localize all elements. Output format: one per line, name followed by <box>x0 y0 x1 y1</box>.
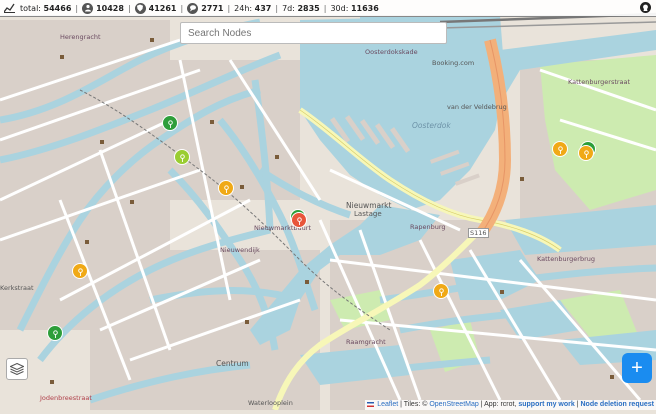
d7-label: 7d: <box>282 3 295 13</box>
stat2-value: 41261 <box>148 3 177 13</box>
d30-label: 30d: <box>330 3 349 13</box>
total-value: 54466 <box>43 3 72 13</box>
stats-bar: total: 54466 | 10428 | 41261 | 2771 | 24… <box>0 0 656 16</box>
search-input[interactable] <box>180 22 447 44</box>
attr-separator: | <box>576 401 579 408</box>
label-oosterdok: Oosterdok <box>412 121 451 130</box>
node-marker[interactable] <box>552 141 568 157</box>
deletion-request-link[interactable]: Node deletion request <box>580 401 654 408</box>
node-marker[interactable] <box>47 325 63 341</box>
label-lastage: Lastage <box>354 210 382 218</box>
node-marker[interactable] <box>218 180 234 196</box>
map-tiles <box>0 0 656 411</box>
node-marker[interactable] <box>72 263 88 279</box>
chat-icon <box>187 2 199 14</box>
app-credit: | App: rcrot, <box>480 401 517 408</box>
label-herengracht: Herengracht <box>60 33 101 41</box>
label-nieuwendijk: Nieuwendijk <box>220 246 260 254</box>
d24-label: 24h: <box>234 3 253 13</box>
label-centrum: Centrum <box>216 359 249 368</box>
stat1-value: 10428 <box>96 3 124 13</box>
label-oosterdokskade: Oosterdokskade <box>365 48 418 56</box>
label-nieuwmarkt: Nieuwmarkt <box>346 201 392 210</box>
user-icon <box>82 2 94 14</box>
d7-value: 2835 <box>297 3 320 13</box>
osm-link[interactable]: OpenStreetMap <box>429 401 478 408</box>
label-booking: Booking.com <box>432 59 475 67</box>
label-s116: S116 <box>468 228 489 238</box>
stat3-value: 2771 <box>201 3 224 13</box>
node-marker[interactable] <box>433 283 449 299</box>
d30-value: 11636 <box>350 3 379 13</box>
chart-icon[interactable] <box>3 3 15 13</box>
label-kerkstraat: Kerkstraat <box>0 284 34 292</box>
leaflet-link[interactable]: Leaflet <box>377 401 398 408</box>
node-marker[interactable] <box>578 145 594 161</box>
label-rapenburg: Rapenburg <box>410 223 446 231</box>
map-canvas[interactable]: Oosterdok Nieuwmarkt Lastage Kattenburge… <box>0 0 656 411</box>
label-jodenbreestraat: Jodenbreestraat <box>40 394 92 402</box>
node-marker[interactable] <box>291 212 307 228</box>
layers-icon <box>9 360 25 379</box>
label-vanderveld: van der Veldebrug <box>447 103 507 111</box>
github-icon[interactable] <box>640 2 651 13</box>
label-raamgracht: Raamgracht <box>346 338 386 346</box>
leaflet-flag-icon <box>367 401 375 407</box>
d24-value: 437 <box>254 3 272 13</box>
node-marker[interactable] <box>174 149 190 165</box>
label-kattenburgerstraat: Kattenburgerstraat <box>568 78 631 86</box>
layers-button[interactable] <box>6 358 28 380</box>
shield-icon <box>134 2 146 14</box>
add-node-button[interactable]: + <box>622 353 652 383</box>
total-label: total: <box>20 3 41 13</box>
attribution-bar: Leaflet | Tiles: © OpenStreetMap | App: … <box>365 400 656 410</box>
tiles-prefix: | Tiles: © <box>400 401 428 408</box>
support-link[interactable]: support my work <box>518 401 574 408</box>
label-kattenburgerbrug: Kattenburgerbrug <box>537 255 595 263</box>
label-waterlooplein: Waterlooplein <box>248 399 293 407</box>
node-marker[interactable] <box>162 115 178 131</box>
